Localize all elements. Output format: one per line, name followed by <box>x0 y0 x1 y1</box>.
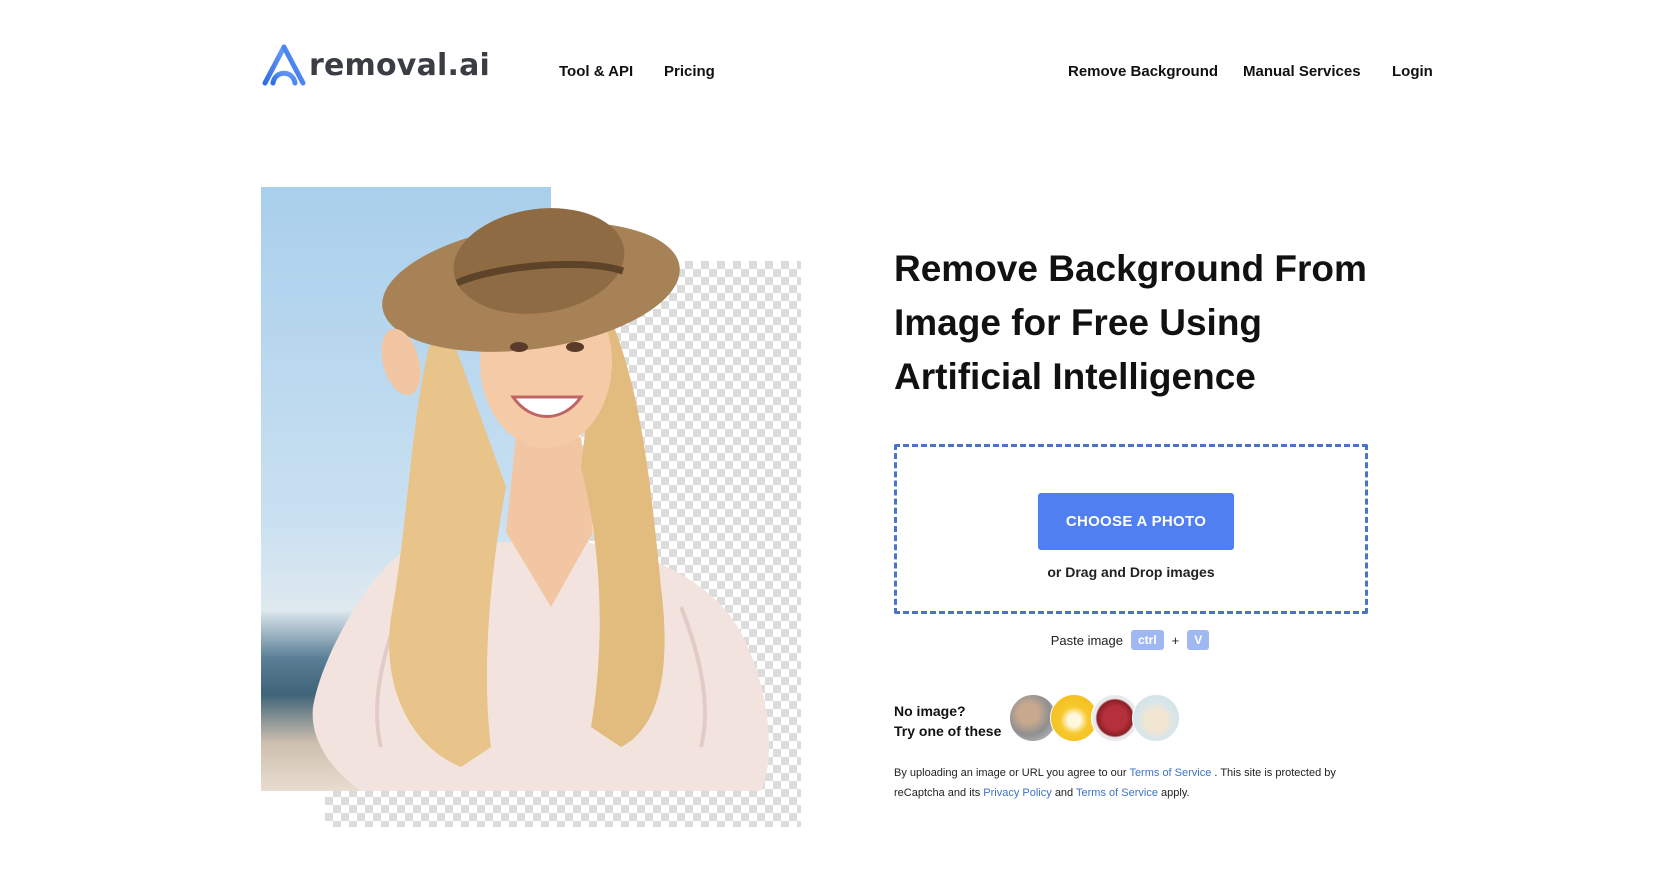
legal-text-3: and <box>1054 787 1074 799</box>
paste-label: Paste image <box>1050 632 1123 648</box>
page-title: Remove Background From Image for Free Us… <box>894 248 1367 397</box>
choose-photo-button[interactable]: CHOOSE A PHOTO <box>1038 493 1234 550</box>
logo-icon <box>262 44 306 86</box>
legal-text-1: By uploading an image or URL you agree t… <box>894 767 1127 779</box>
recaptcha-terms-link[interactable]: Terms of Service <box>1076 787 1158 799</box>
sample-prompt: No image? Try one of these <box>894 701 1001 741</box>
v-key-badge: V <box>1187 630 1210 650</box>
paste-hint: Paste image ctrl + V <box>894 630 1374 650</box>
nav-manual-services[interactable]: Manual Services <box>1243 63 1361 80</box>
nav-pricing[interactable]: Pricing <box>664 63 715 80</box>
privacy-policy-link[interactable]: Privacy Policy <box>983 787 1051 799</box>
sample-dog-icon[interactable] <box>1132 694 1180 742</box>
plus-sign: + <box>1171 632 1180 648</box>
drag-drop-hint: or Drag and Drop images <box>1047 564 1215 580</box>
nav-login[interactable]: Login <box>1392 63 1433 80</box>
upload-dropzone[interactable]: CHOOSE A PHOTO or Drag and Drop images <box>894 444 1368 614</box>
woman-figure <box>312 208 770 791</box>
nav-tool-api[interactable]: Tool & API <box>559 63 633 80</box>
legal-text-4: apply. <box>1161 787 1190 799</box>
logo[interactable]: removal.ai <box>261 43 490 87</box>
terms-of-service-link[interactable]: Terms of Service <box>1129 767 1211 779</box>
sample-prompt-line1: No image? <box>894 703 966 719</box>
ctrl-key-badge: ctrl <box>1130 630 1164 650</box>
sample-prompt-line2: Try one of these <box>894 723 1002 739</box>
hero-image <box>261 187 801 827</box>
legal-notice: By uploading an image or URL you agree t… <box>894 763 1364 803</box>
logo-text: removal.ai <box>309 47 491 83</box>
nav-remove-background[interactable]: Remove Background <box>1068 63 1218 80</box>
